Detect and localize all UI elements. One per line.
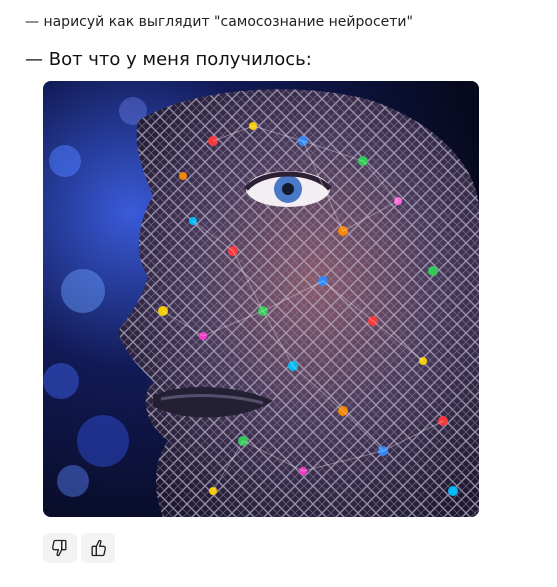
- thumbs-down-icon: [51, 539, 67, 557]
- like-button[interactable]: [81, 533, 115, 563]
- bot-message: — Вот что у меня получилось:: [25, 48, 312, 72]
- ai-face-image: [43, 81, 479, 517]
- dislike-button[interactable]: [43, 533, 77, 563]
- bot-message-text: — Вот что у меня получилось:: [25, 49, 312, 70]
- user-message-text: — нарисуй как выглядит "самосознание ней…: [25, 14, 413, 30]
- generated-image[interactable]: [43, 81, 479, 517]
- thumbs-up-icon: [91, 539, 107, 557]
- feedback-bar: [43, 533, 115, 563]
- user-message: — нарисуй как выглядит "самосознание ней…: [25, 12, 413, 32]
